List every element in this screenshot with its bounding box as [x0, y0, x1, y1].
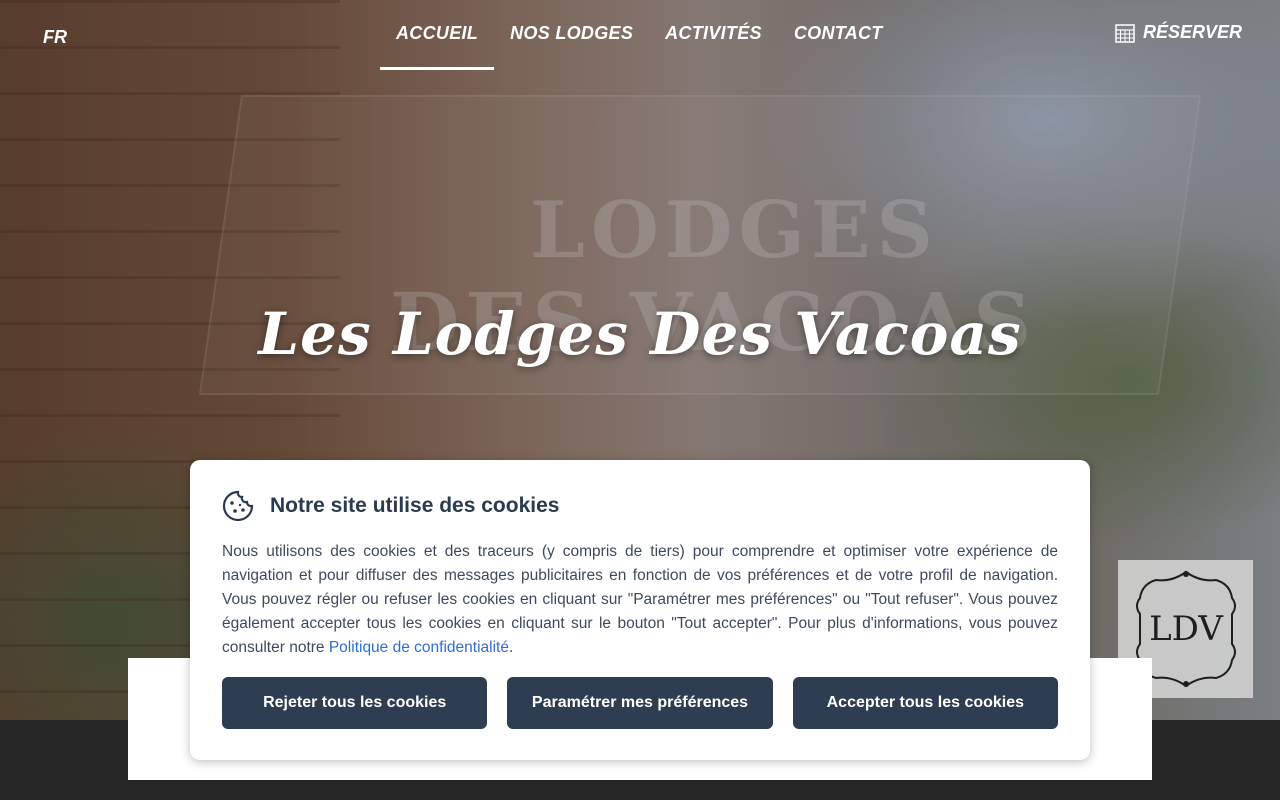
- hero-title: Les Lodges Des Vacoas: [258, 300, 1022, 368]
- reject-cookies-button[interactable]: Rejeter tous les cookies: [222, 677, 488, 729]
- language-selector[interactable]: FR: [43, 27, 67, 48]
- logo-text: LDV: [1149, 609, 1224, 649]
- cookie-description: Nous utilisons des cookies et des traceu…: [222, 540, 1058, 660]
- cookie-settings-button[interactable]: Paramétrer mes préférences: [507, 677, 773, 729]
- accept-cookies-button[interactable]: Accepter tous les cookies: [792, 677, 1058, 729]
- calendar-icon: [1115, 23, 1135, 43]
- nav-nos-lodges[interactable]: NOS LODGES: [494, 0, 649, 70]
- cookie-banner: Notre site utilise des cookies Nous util…: [190, 460, 1090, 760]
- reserve-label: RÉSERVER: [1142, 22, 1242, 42]
- cookie-actions: Rejeter tous les cookies Paramétrer mes …: [222, 677, 1058, 729]
- sign-text-top: LODGES: [530, 185, 939, 276]
- top-navigation: FR ACCUEIL NOS LODGES ACTIVITÉS CONTACT …: [0, 0, 1280, 70]
- privacy-policy-link[interactable]: Politique de confidentialité: [329, 639, 509, 656]
- cookie-body-end: .: [508, 639, 514, 656]
- cookie-title: Notre site utilise des cookies: [270, 494, 560, 517]
- nav-accueil[interactable]: ACCUEIL: [380, 0, 495, 70]
- main-nav: ACCUEIL NOS LODGES ACTIVITÉS CONTACT: [380, 0, 899, 70]
- reserve-button[interactable]: RÉSERVER: [1115, 22, 1242, 43]
- nav-contact[interactable]: CONTACT: [778, 0, 899, 70]
- cookie-icon: [222, 490, 254, 522]
- nav-activites[interactable]: ACTIVITÉS: [649, 0, 778, 70]
- cookie-header: Notre site utilise des cookies: [222, 490, 1058, 522]
